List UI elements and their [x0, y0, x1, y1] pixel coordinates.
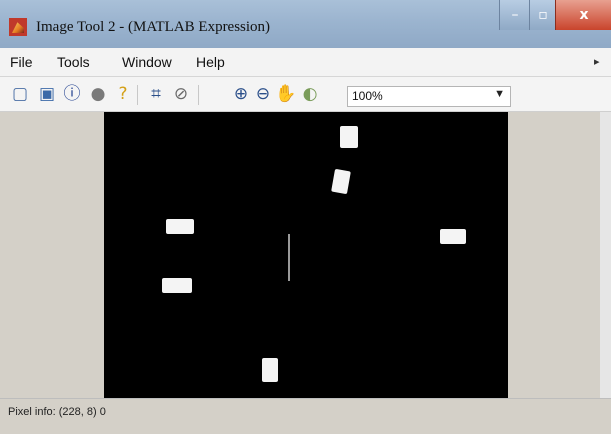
white-blob [166, 219, 194, 234]
menu-bar: File Tools Window Help ▸ [0, 48, 611, 77]
toolbar-separator [137, 85, 138, 105]
menu-window[interactable]: Window [122, 54, 172, 70]
white-blob [262, 358, 278, 382]
pixel-info-icon[interactable]: ? [113, 84, 133, 104]
viewport-edge [600, 112, 611, 398]
vertical-line [288, 234, 290, 281]
zoom-in-icon[interactable]: ⊕ [231, 84, 251, 104]
pan-icon[interactable]: ✋ [275, 84, 296, 104]
close-button[interactable]: x [555, 0, 611, 30]
info-icon[interactable]: ⓘ [62, 84, 82, 104]
maximize-button[interactable]: ▫ [529, 0, 556, 30]
zoom-dropdown[interactable]: 100% ▼ [347, 86, 511, 107]
white-blob [331, 168, 351, 195]
minimize-button[interactable]: – [499, 0, 530, 30]
pixel-info-text: Pixel info: (228, 8) 0 [8, 406, 106, 418]
open-icon[interactable]: ▣ [37, 84, 57, 104]
overview-icon[interactable]: ● [88, 84, 108, 104]
zoom-out-icon[interactable]: ⊖ [253, 84, 273, 104]
zoom-value: 100% [352, 89, 383, 103]
image-viewport [0, 112, 611, 398]
white-blob [440, 229, 466, 244]
image-tool-window: Image Tool 2 - (MATLAB Expression) – ▫ x… [0, 0, 611, 434]
white-blob [162, 278, 192, 293]
white-blob [340, 126, 358, 148]
crop-icon[interactable]: ⌗ [146, 84, 166, 104]
measure-distance-icon[interactable]: ⊘ [171, 84, 191, 104]
window-title: Image Tool 2 - (MATLAB Expression) [36, 19, 271, 35]
menu-file[interactable]: File [10, 54, 33, 70]
matlab-logo-icon [9, 18, 27, 36]
title-bar[interactable]: Image Tool 2 - (MATLAB Expression) – ▫ x [0, 0, 611, 49]
adjust-contrast-icon[interactable]: ◐ [300, 84, 320, 104]
image-canvas[interactable] [104, 112, 508, 398]
chevron-down-icon: ▼ [494, 88, 505, 100]
status-bar: Pixel info: (228, 8) 0 [0, 398, 611, 434]
menu-overflow-icon[interactable]: ▸ [594, 55, 600, 68]
menu-tools[interactable]: Tools [57, 54, 90, 70]
toolbar: ▢ ▣ ⓘ ● ? ⌗ ⊘ ⊕ ⊖ ✋ ◐ 100% ▼ [0, 77, 611, 112]
toolbar-separator [198, 85, 199, 105]
menu-help[interactable]: Help [196, 54, 225, 70]
new-figure-icon[interactable]: ▢ [10, 84, 30, 104]
